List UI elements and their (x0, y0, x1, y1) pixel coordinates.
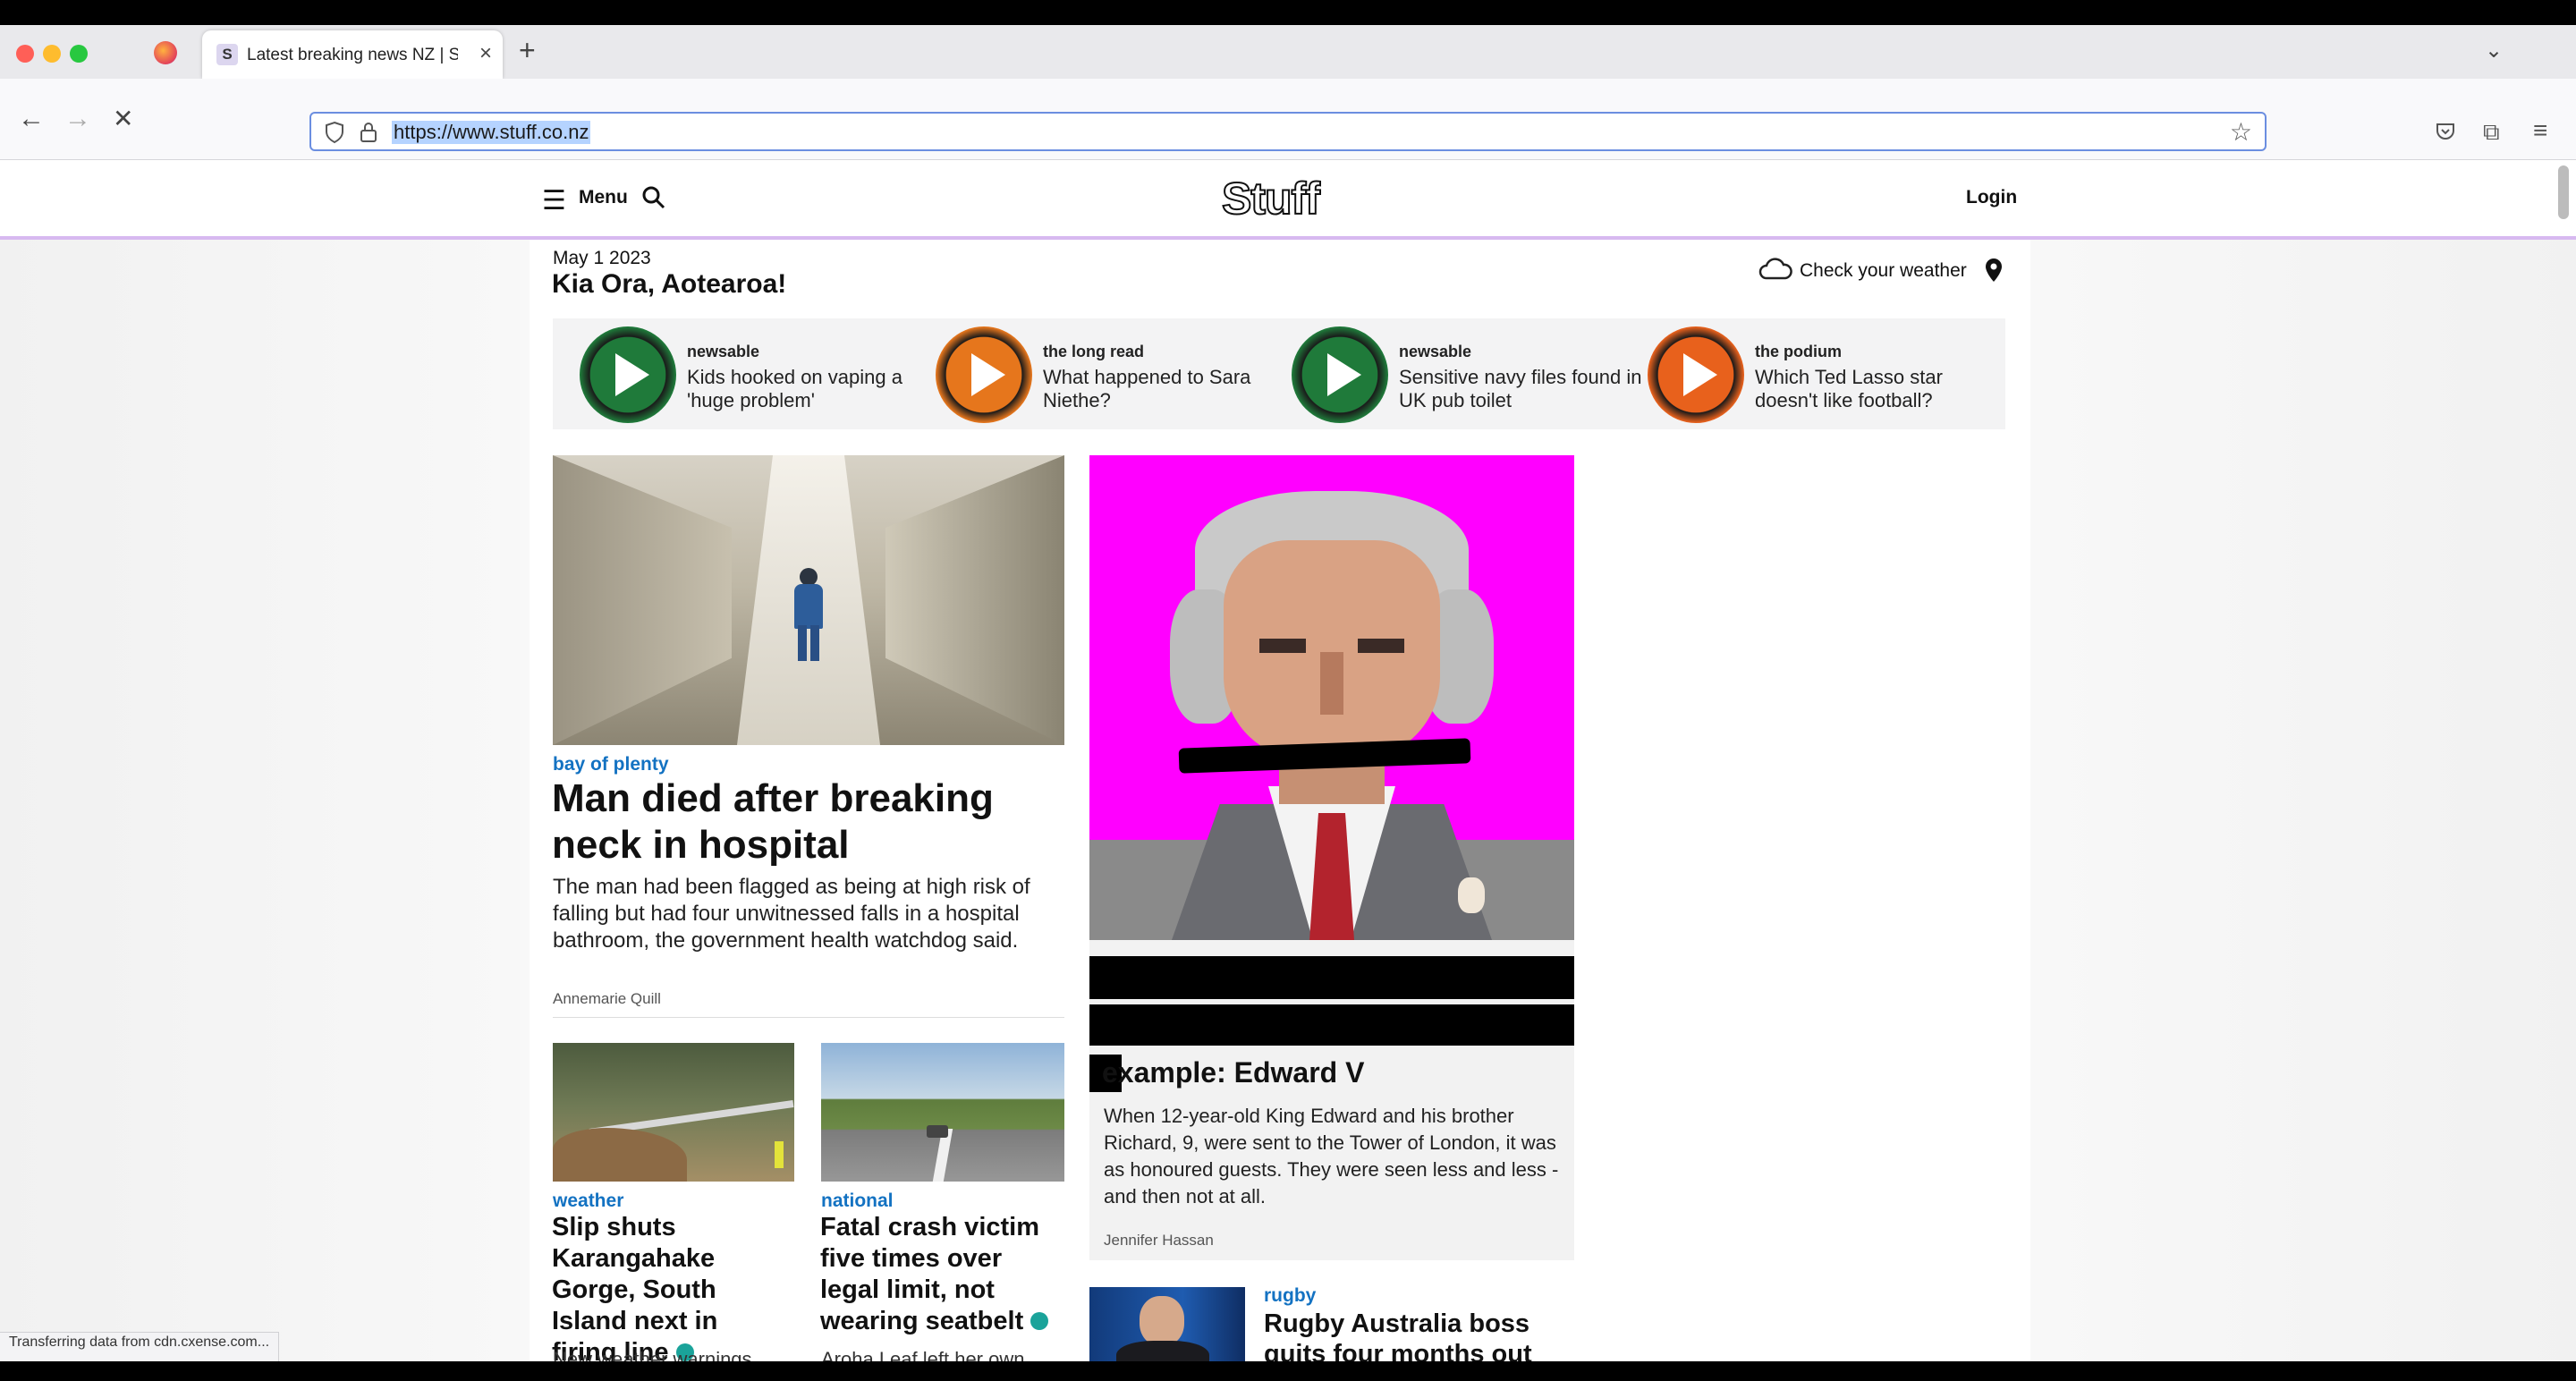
feature-story-byline[interactable]: Jennifer Hassan (1104, 1232, 1214, 1250)
lead-story-byline[interactable]: Annemarie Quill (553, 990, 661, 1008)
redaction-bar (1089, 1004, 1574, 1046)
left-gutter (0, 240, 530, 1361)
lead-story-image[interactable] (553, 455, 1064, 745)
url-text[interactable]: https://www.stuff.co.nz (392, 121, 591, 144)
hamburger-menu-icon[interactable]: ☰ (542, 185, 566, 216)
location-pin-icon (1986, 258, 2002, 282)
redaction-bar (1178, 738, 1471, 774)
small-story-2-kicker[interactable]: national (821, 1190, 894, 1212)
date-label: May 1 2023 (553, 248, 651, 268)
lead-story-headline[interactable]: Man died after breaking neck in hospital (552, 775, 1053, 868)
play-icon (971, 353, 1005, 396)
podcast-item-2[interactable]: the long read What happened to Sara Niet… (936, 326, 1292, 432)
small-story-1-headline-text: Slip shuts Karangahake Gorge, South Isla… (552, 1213, 718, 1361)
address-bar[interactable]: https://www.stuff.co.nz ☆ (309, 112, 2267, 151)
play-icon (1683, 353, 1717, 396)
play-icon (615, 353, 649, 396)
weather-label: Check your weather (1800, 260, 1967, 281)
stop-loading-icon[interactable]: ✕ (113, 104, 133, 134)
small-story-2-headline-text: Fatal crash victim five times over legal… (820, 1213, 1039, 1335)
weather-story-image[interactable] (553, 1043, 794, 1182)
feature-story-image[interactable] (1089, 455, 1574, 940)
divider (553, 1017, 1064, 1018)
podcast-play-button[interactable] (1292, 326, 1388, 423)
tab-bar: S Latest breaking news NZ | Stuff × + ⌄ (0, 25, 2576, 79)
lead-story-kicker[interactable]: bay of plenty (553, 754, 669, 775)
tab-title: Latest breaking news NZ | Stuff (247, 46, 458, 64)
list-tabs-chevron-icon[interactable]: ⌄ (2485, 38, 2503, 64)
feature-story-headline[interactable]: example: Edward V (1102, 1056, 1364, 1089)
person-figure (800, 568, 818, 586)
right-gutter (2030, 240, 2576, 1361)
minimize-window-button[interactable] (43, 45, 61, 63)
forward-arrow-icon[interactable]: → (64, 104, 91, 134)
pocket-icon[interactable] (2435, 122, 2456, 141)
page-scrollbar-thumb[interactable] (2558, 165, 2569, 219)
small-story-2-headline[interactable]: Fatal crash victim five times over legal… (820, 1212, 1063, 1337)
podcast-item-1[interactable]: newsable Kids hooked on vaping a 'huge p… (580, 326, 936, 432)
side-story-headline[interactable]: Rugby Australia boss quits four months o… (1264, 1309, 1568, 1361)
brooch-icon (1458, 877, 1485, 913)
video-play-icon (1030, 1312, 1049, 1330)
firefox-view-icon[interactable] (154, 41, 177, 64)
menu-button[interactable]: Menu (579, 187, 628, 208)
small-story-2-teaser: Aroha Leaf left her own (821, 1348, 1025, 1361)
stuff-favicon-icon: S (216, 44, 238, 65)
maximize-window-button[interactable] (70, 45, 88, 63)
close-tab-icon[interactable]: × (479, 41, 492, 66)
podcast-title: Kids hooked on vaping a 'huge problem' (687, 366, 902, 411)
podcast-brand: newsable (687, 343, 760, 360)
side-story-kicker[interactable]: rugby (1264, 1285, 1316, 1307)
small-story-1-headline[interactable]: Slip shuts Karangahake Gorge, South Isla… (552, 1212, 775, 1361)
small-story-1-kicker[interactable]: weather (553, 1190, 623, 1212)
podcast-brand: newsable (1399, 343, 1472, 360)
browser-window: S Latest breaking news NZ | Stuff × + ⌄ … (0, 25, 2576, 1361)
podcast-brand: the podium (1755, 343, 1842, 360)
podcast-item-3[interactable]: newsable Sensitive navy files found in U… (1292, 326, 1648, 432)
stuff-logo[interactable]: Stuff (1221, 173, 1321, 225)
national-story-image[interactable] (821, 1043, 1064, 1182)
podcast-title: What happened to Sara Niethe? (1043, 366, 1251, 411)
extensions-icon[interactable]: ⧉ (2483, 118, 2500, 147)
navigation-toolbar: ← → ✕ https://www.stuff.co.nz ☆ ⧉ ≡ (0, 79, 2576, 160)
close-window-button[interactable] (16, 45, 34, 63)
search-icon[interactable] (642, 186, 665, 209)
podcast-play-button[interactable] (936, 326, 1032, 423)
back-arrow-icon[interactable]: ← (18, 104, 45, 134)
podcast-play-button[interactable] (580, 326, 676, 423)
side-story-headline-text: Rugby Australia boss quits four months o… (1264, 1309, 1532, 1361)
rugby-story-image[interactable] (1089, 1287, 1245, 1361)
site-header: ☰ Menu Stuff Login (0, 160, 2576, 240)
app-menu-icon[interactable]: ≡ (2533, 116, 2547, 145)
lock-icon[interactable] (360, 122, 377, 143)
small-story-1-teaser: New weather warnings (553, 1348, 752, 1361)
web-page: ☰ Menu Stuff Login May 1 2023 Kia Ora, A… (0, 160, 2576, 1361)
podcast-title: Sensitive navy files found in UK pub toi… (1399, 366, 1642, 411)
status-panel: Transferring data from cdn.cxense.com... (0, 1332, 280, 1361)
redaction-bar (1089, 956, 1574, 999)
feature-story-summary: When 12-year-old King Edward and his bro… (1104, 1105, 1559, 1207)
podcast-play-button[interactable] (1648, 326, 1744, 423)
play-icon (1327, 353, 1361, 396)
shield-icon[interactable] (324, 121, 345, 144)
podcast-brand: the long read (1043, 343, 1145, 360)
new-tab-button[interactable]: + (519, 34, 536, 67)
podcast-item-4[interactable]: the podium Which Ted Lasso star doesn't … (1648, 326, 2004, 432)
lead-story-summary: The man had been flagged as being at hig… (553, 875, 1030, 953)
cloud-icon (1758, 258, 1792, 280)
podcast-title: Which Ted Lasso star doesn't like footba… (1755, 366, 1943, 411)
browser-tab[interactable]: S Latest breaking news NZ | Stuff × (202, 30, 503, 79)
login-button[interactable]: Login (1966, 187, 2017, 208)
bookmark-star-icon[interactable]: ☆ (2230, 117, 2252, 147)
greeting-title: Kia Ora, Aotearoa! (552, 269, 787, 299)
